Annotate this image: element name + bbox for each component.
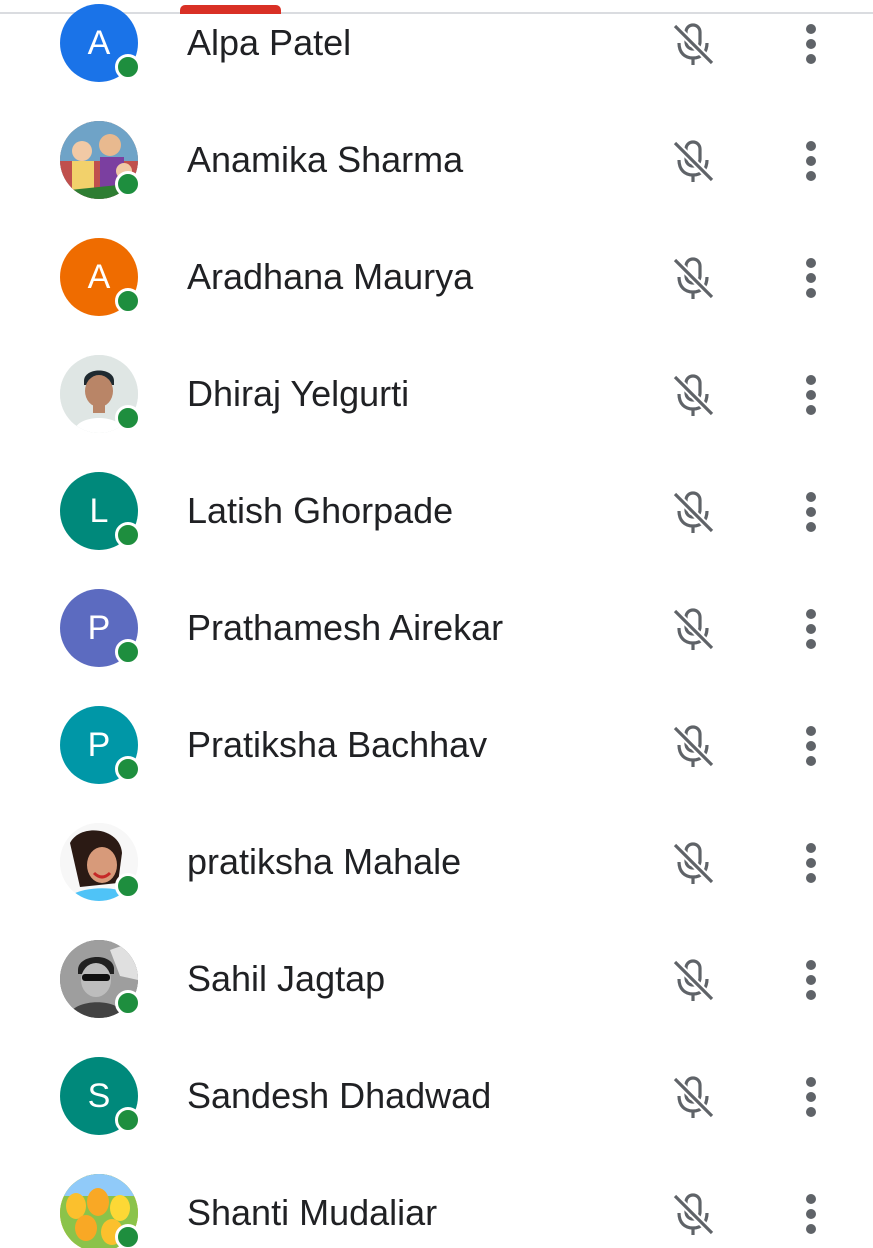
- participant-row[interactable]: Shanti Mudaliar: [0, 1154, 873, 1248]
- mic-off-icon[interactable]: [668, 370, 718, 420]
- online-status-dot: [115, 522, 141, 548]
- more-vert-icon[interactable]: [790, 955, 834, 1005]
- mic-off-icon[interactable]: [668, 253, 718, 303]
- online-status-dot: [115, 288, 141, 314]
- participant-row[interactable]: Dhiraj Yelgurti: [0, 335, 873, 452]
- participant-row[interactable]: A Aradhana Maurya: [0, 218, 873, 335]
- avatar[interactable]: [60, 823, 141, 901]
- participant-row[interactable]: Sahil Jagtap: [0, 920, 873, 1037]
- avatar-initial: P: [87, 725, 111, 764]
- avatar[interactable]: [60, 355, 141, 433]
- more-vert-icon[interactable]: [790, 1189, 834, 1239]
- avatar[interactable]: [60, 940, 141, 1018]
- participant-row[interactable]: S Sandesh Dhadwad: [0, 1037, 873, 1154]
- mic-off-icon[interactable]: [668, 721, 718, 771]
- more-vert-icon[interactable]: [790, 136, 834, 186]
- mic-off-icon[interactable]: [668, 136, 718, 186]
- online-status-dot: [115, 171, 141, 197]
- participant-name: Sandesh Dhadwad: [187, 1075, 492, 1116]
- avatar-initial: A: [87, 257, 111, 296]
- participant-name: Prathamesh Airekar: [187, 607, 504, 648]
- mic-off-icon[interactable]: [668, 838, 718, 888]
- more-vert-icon[interactable]: [790, 604, 834, 654]
- more-vert-icon[interactable]: [790, 19, 834, 69]
- participant-name: Latish Ghorpade: [187, 490, 454, 531]
- avatar[interactable]: S: [60, 1057, 141, 1135]
- participant-row[interactable]: Anamika Sharma: [0, 101, 873, 218]
- mic-off-icon[interactable]: [668, 1072, 718, 1122]
- online-status-dot: [115, 54, 141, 80]
- avatar[interactable]: P: [60, 706, 141, 784]
- more-vert-icon[interactable]: [790, 487, 834, 537]
- more-vert-icon[interactable]: [790, 838, 834, 888]
- online-status-dot: [115, 405, 141, 431]
- mic-off-icon[interactable]: [668, 604, 718, 654]
- participant-row[interactable]: P Prathamesh Airekar: [0, 569, 873, 686]
- more-vert-icon[interactable]: [790, 253, 834, 303]
- avatar-initial: A: [87, 23, 111, 62]
- participant-name: Anamika Sharma: [187, 139, 464, 180]
- participant-name: Alpa Patel: [187, 22, 352, 63]
- avatar-initial: L: [89, 491, 109, 530]
- online-status-dot: [115, 873, 141, 899]
- participant-row[interactable]: pratiksha Mahale: [0, 803, 873, 920]
- more-vert-icon[interactable]: [790, 370, 834, 420]
- mic-off-icon[interactable]: [668, 1189, 718, 1239]
- more-vert-icon[interactable]: [790, 721, 834, 771]
- avatar[interactable]: L: [60, 472, 141, 550]
- participant-row[interactable]: P Pratiksha Bachhav: [0, 686, 873, 803]
- avatar[interactable]: A: [60, 4, 141, 82]
- online-status-dot: [115, 639, 141, 665]
- mic-off-icon[interactable]: [668, 487, 718, 537]
- participant-name: Pratiksha Bachhav: [187, 724, 488, 765]
- online-status-dot: [115, 990, 141, 1016]
- online-status-dot: [115, 756, 141, 782]
- avatar[interactable]: P: [60, 589, 141, 667]
- avatar[interactable]: [60, 1174, 141, 1248]
- participant-row[interactable]: A Alpa Patel: [0, 0, 873, 101]
- participant-name: Sahil Jagtap: [187, 958, 386, 999]
- participant-list: A Alpa Patel Anamika Sharma A Aradhana M…: [0, 0, 873, 1248]
- participant-name: pratiksha Mahale: [187, 841, 462, 882]
- avatar[interactable]: [60, 121, 141, 199]
- online-status-dot: [115, 1107, 141, 1133]
- online-status-dot: [115, 1224, 141, 1248]
- more-vert-icon[interactable]: [790, 1072, 834, 1122]
- participant-name: Shanti Mudaliar: [187, 1192, 438, 1233]
- mic-off-icon[interactable]: [668, 19, 718, 69]
- participant-row[interactable]: L Latish Ghorpade: [0, 452, 873, 569]
- participant-name: Dhiraj Yelgurti: [187, 373, 410, 414]
- mic-off-icon[interactable]: [668, 955, 718, 1005]
- avatar-initial: P: [87, 608, 111, 647]
- avatar-initial: S: [87, 1076, 111, 1115]
- avatar[interactable]: A: [60, 238, 141, 316]
- participant-name: Aradhana Maurya: [187, 256, 474, 297]
